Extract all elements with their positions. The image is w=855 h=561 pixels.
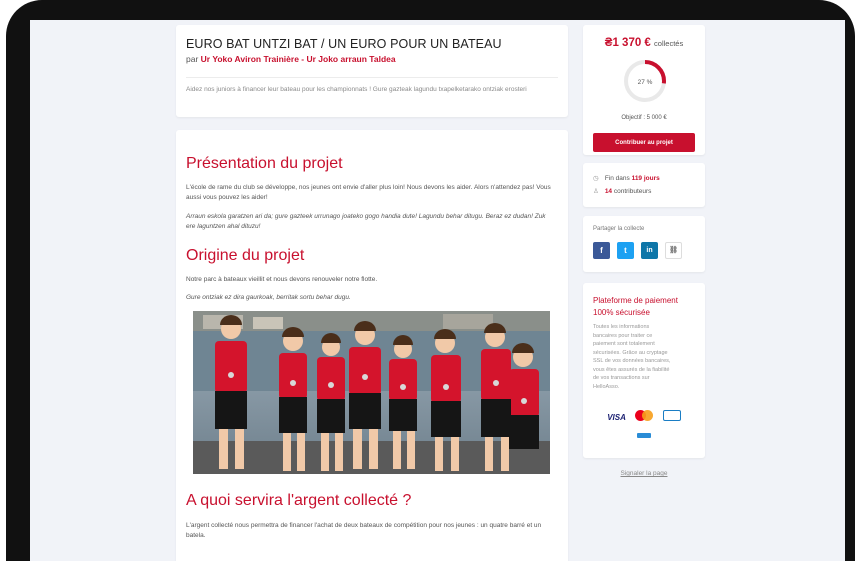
contributors-value: 14 <box>604 188 613 195</box>
user-icon: ♙ <box>593 188 599 195</box>
report-page-link[interactable]: Signaler la page <box>583 470 705 477</box>
project-summary: Aidez nos juniors à financer leur bateau… <box>186 86 527 93</box>
twitter-icon: t <box>624 246 627 255</box>
progress-percent: 27 % <box>638 79 653 86</box>
clock-icon: ◷ <box>593 175 599 182</box>
funding-card: ₴1 370 € collectés 27 % Objectif : 5 000… <box>583 25 705 155</box>
divider <box>186 77 558 78</box>
contributors-label: contributeurs <box>613 188 652 195</box>
share-card: Partager la collecte f t in ⛓ <box>583 216 705 272</box>
cb-card-icon <box>662 410 681 422</box>
section-heading-presentation: Présentation du projet <box>186 155 343 172</box>
contribute-button[interactable]: Contribuer au projet <box>593 133 695 152</box>
copy-link-button[interactable]: ⛓ <box>665 242 682 259</box>
funding-goal: Objectif : 5 000 € <box>621 115 667 121</box>
presentation-text-fr: L'école de rame du club se développe, no… <box>186 184 551 201</box>
amount-collected: ₴1 370 € collectés <box>583 37 705 49</box>
progress-gauge: 27 % <box>624 60 666 102</box>
amount-suffix: collectés <box>654 39 684 48</box>
time-remaining: ◷ Fin dans 119 jours <box>593 174 660 182</box>
payment-methods: VISA <box>583 407 705 425</box>
team-photo-illustration <box>193 311 550 474</box>
presentation-text-eu: Arraun eskola garatzen ari da; gure gazt… <box>186 213 546 230</box>
facebook-icon: f <box>600 246 603 255</box>
author-prefix: par <box>186 54 199 64</box>
stats-card: ◷ Fin dans 119 jours ♙ 14 contributeurs <box>583 163 705 207</box>
secure-payment-title: Plateforme de paiement 100% sécurisée <box>593 296 678 317</box>
facebook-share-button[interactable]: f <box>593 242 610 259</box>
end-value: 119 jours <box>631 175 660 182</box>
section-heading-usage: A quoi servira l'argent collecté ? <box>186 492 412 509</box>
end-prefix: Fin dans <box>604 175 630 182</box>
section-heading-origin: Origine du projet <box>186 247 305 264</box>
project-title: EURO BAT UNTZI BAT / UN EURO POUR UN BAT… <box>186 37 502 51</box>
author-link[interactable]: Ur Yoko Aviron Trainière - Ur Joko arrau… <box>201 54 396 64</box>
project-header-card: EURO BAT UNTZI BAT / UN EURO POUR UN BAT… <box>176 25 568 117</box>
browser-viewport: EURO BAT UNTZI BAT / UN EURO POUR UN BAT… <box>30 20 845 561</box>
project-author-line: par Ur Yoko Aviron Trainière - Ur Joko a… <box>186 54 396 64</box>
link-icon: ⛓ <box>669 247 678 254</box>
bank-card-icon <box>637 433 651 438</box>
secure-payment-card: Plateforme de paiement 100% sécurisée To… <box>583 283 705 458</box>
contributors-count: ♙ 14 contributeurs <box>593 187 651 195</box>
team-photo <box>193 311 550 474</box>
amount-value: 1 370 € <box>612 37 651 49</box>
device-frame: EURO BAT UNTZI BAT / UN EURO POUR UN BAT… <box>6 0 855 561</box>
usage-text-fr: L'argent collecté nous permettra de fina… <box>186 522 542 539</box>
linkedin-share-button[interactable]: in <box>641 242 658 259</box>
visa-logo: VISA <box>607 413 626 422</box>
secure-payment-description: Toutes les informations bancaires pour t… <box>593 324 671 390</box>
origin-text-eu: Gure ontziak ez dira gaurkoak, berritak … <box>186 294 351 301</box>
mastercard-logo <box>635 410 654 422</box>
linkedin-icon: in <box>646 247 653 254</box>
project-content-card: Présentation du projet L'école de rame d… <box>176 130 568 561</box>
origin-text-fr: Notre parc à bateaux vieillit et nous de… <box>186 276 378 283</box>
twitter-share-button[interactable]: t <box>617 242 634 259</box>
share-label: Partager la collecte <box>593 226 645 232</box>
